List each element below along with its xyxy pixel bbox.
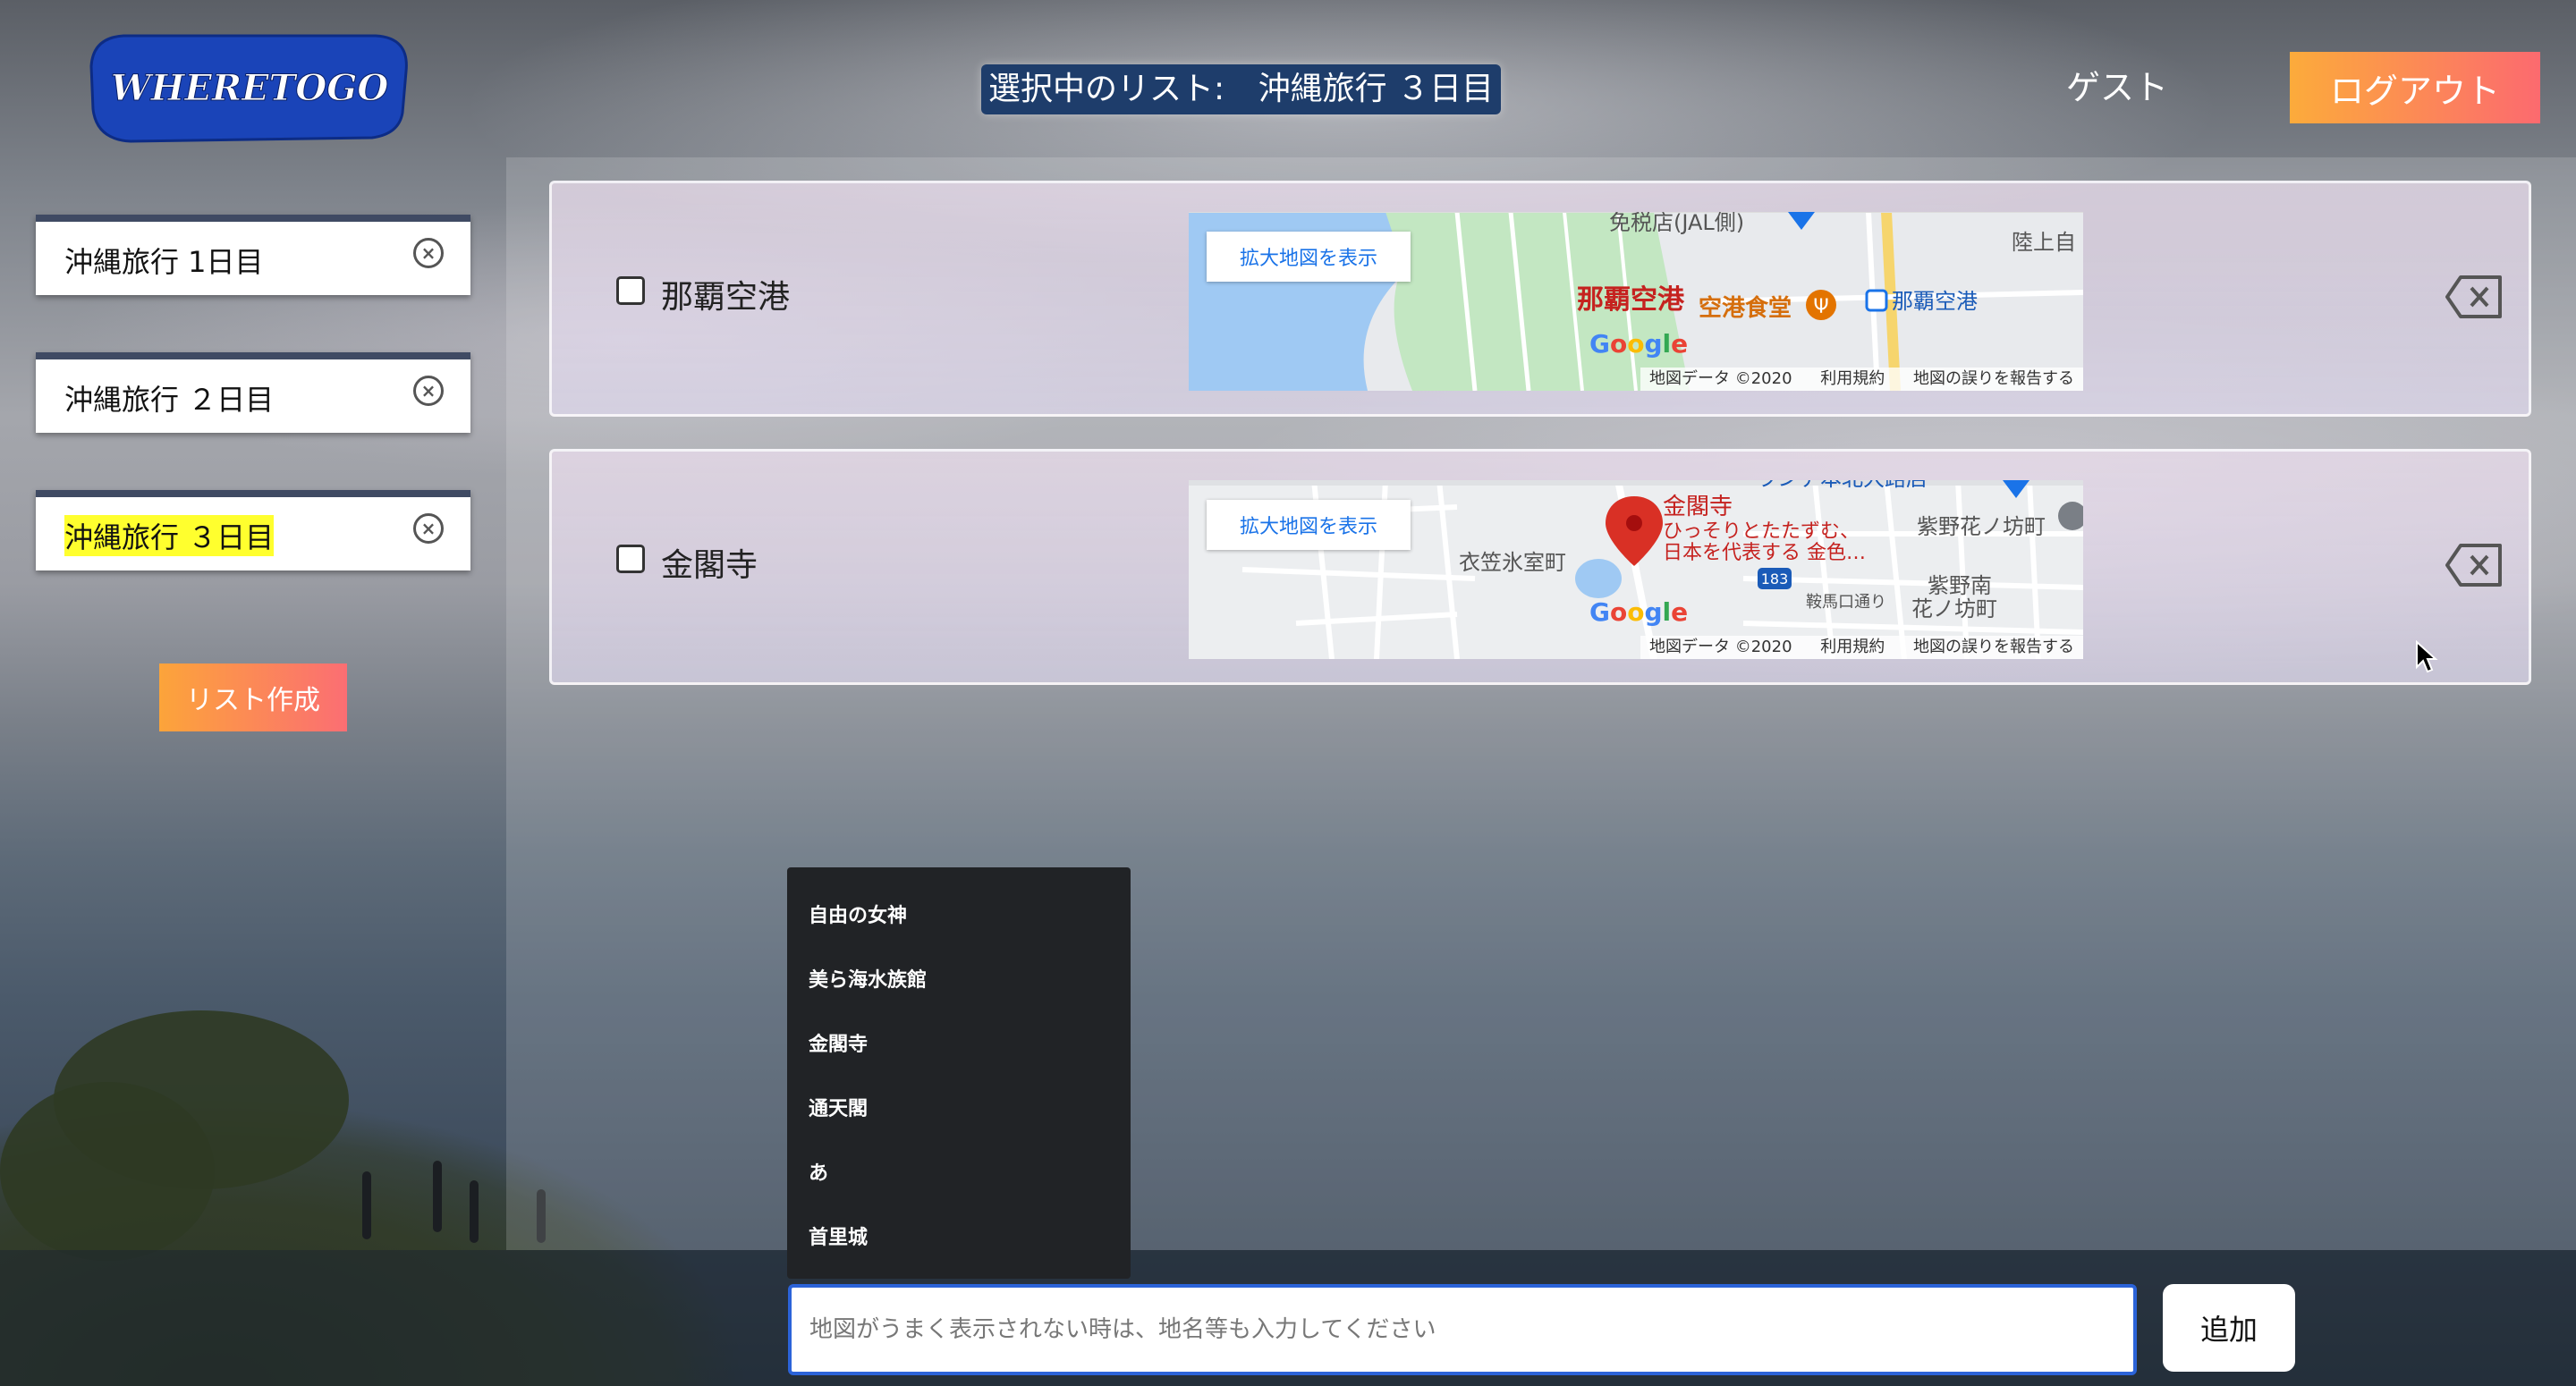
create-list-button[interactable]: リスト作成 xyxy=(159,663,347,731)
add-place-button[interactable]: 追加 xyxy=(2163,1284,2295,1372)
background-person xyxy=(362,1171,371,1239)
map-label: 花ノ坊町 xyxy=(1911,596,1997,621)
enlarge-map-button[interactable]: 拡大地図を表示 xyxy=(1207,500,1411,550)
close-circle-icon[interactable]: × xyxy=(413,513,444,544)
place-card: 金閣寺 ーランデ本北大路店 金閣寺 ひっそりとたたずむ、 日本を代表する 金色…… xyxy=(549,449,2531,685)
user-name: ゲスト xyxy=(2066,68,2169,107)
list-item-name: 沖縄旅行 ３日目 xyxy=(64,515,275,556)
google-logo: Google xyxy=(1589,597,1689,627)
map-report-link[interactable]: 地図の誤りを報告する xyxy=(1913,638,2074,656)
map-label-main: 那覇空港 xyxy=(1577,284,1685,316)
list-item[interactable]: 沖縄旅行 1日目 × xyxy=(36,215,470,295)
map-label: ーランデ本北大路店 xyxy=(1734,480,1928,491)
map-label: 那覇空港 xyxy=(1892,289,1978,314)
map-label: 鞍馬口通り xyxy=(1806,593,1886,612)
logout-button[interactable]: ログアウト xyxy=(2290,52,2540,123)
map-terms-link[interactable]: 利用規約 xyxy=(1820,638,1885,656)
list-item-name: 沖縄旅行 ２日目 xyxy=(64,383,275,417)
backspace-delete-icon[interactable] xyxy=(2445,543,2504,587)
close-circle-icon[interactable]: × xyxy=(413,376,444,406)
background-person xyxy=(470,1180,479,1243)
map-label: 陸上自 xyxy=(2012,230,2076,255)
map-label: 免税店(JAL側) xyxy=(1609,212,1744,235)
suggestion-dropdown: 自由の女神 美ら海水族館 金閣寺 通天閣 あ 首里城 xyxy=(787,867,1131,1279)
logo-text: WHERETOGO xyxy=(111,67,389,109)
map-label: 衣笠氷室町 xyxy=(1459,550,1566,575)
list-item-active[interactable]: 沖縄旅行 ３日目 × xyxy=(36,490,470,570)
place-card: 那覇空港 免税店(JAL側) 陸上自 那覇空港 空港食堂 Ψ 那覇空港 拡大地図… xyxy=(549,181,2531,417)
background-tree xyxy=(0,1082,215,1261)
map-label-main: 金閣寺 xyxy=(1663,494,1733,520)
selected-list-label: 選択中のリスト: xyxy=(988,71,1225,107)
suggestion-item[interactable]: 首里城 xyxy=(809,1221,868,1250)
place-checkbox[interactable] xyxy=(616,545,645,573)
suggestion-item[interactable]: 通天閣 xyxy=(809,1093,868,1121)
enlarge-map-button[interactable]: 拡大地図を表示 xyxy=(1207,232,1411,282)
background-person xyxy=(433,1161,442,1232)
map-report-link[interactable]: 地図の誤りを報告する xyxy=(1913,369,2074,388)
app-logo[interactable]: WHERETOGO xyxy=(88,27,411,145)
suggestion-item[interactable]: 自由の女神 xyxy=(809,900,907,928)
map-embed[interactable]: 免税店(JAL側) 陸上自 那覇空港 空港食堂 Ψ 那覇空港 拡大地図を表示 G… xyxy=(1189,212,2083,391)
map-label: 紫野南 xyxy=(1928,573,1992,598)
map-data-credit: 地図データ ©2020 xyxy=(1649,369,1792,388)
place-name: 金閣寺 xyxy=(661,547,758,584)
map-terms-link[interactable]: 利用規約 xyxy=(1820,369,1885,388)
road-number: 183 xyxy=(1761,570,1789,587)
suggestion-item[interactable]: あ xyxy=(809,1157,828,1186)
backspace-delete-icon[interactable] xyxy=(2445,275,2504,319)
suggestion-item[interactable]: 金閣寺 xyxy=(809,1028,868,1057)
place-search-input[interactable] xyxy=(788,1284,2137,1375)
mouse-cursor-icon xyxy=(2416,640,2438,673)
suggestion-item[interactable]: 美ら海水族館 xyxy=(809,964,927,993)
map-attribution: 地図データ ©2020 利用規約 地図の誤りを報告する xyxy=(1640,636,2083,659)
map-label: 紫野花ノ坊町 xyxy=(1917,514,2046,539)
map-label: 空港食堂 xyxy=(1699,294,1792,322)
place-name: 那覇空港 xyxy=(661,279,791,316)
map-embed[interactable]: ーランデ本北大路店 金閣寺 ひっそりとたたずむ、 日本を代表する 金色… 衣笠氷… xyxy=(1189,480,2083,659)
place-checkbox[interactable] xyxy=(616,276,645,305)
list-item-name: 沖縄旅行 1日目 xyxy=(64,245,264,279)
map-label: 日本を代表する 金色… xyxy=(1663,542,1866,564)
close-circle-icon[interactable]: × xyxy=(413,238,444,268)
selected-list-indicator: 選択中のリスト: 沖縄旅行 ３日目 xyxy=(981,64,1502,114)
map-data-credit: 地図データ ©2020 xyxy=(1649,638,1792,656)
restaurant-icon: Ψ xyxy=(1813,296,1828,318)
google-logo: Google xyxy=(1589,329,1689,359)
map-attribution: 地図データ ©2020 利用規約 地図の誤りを報告する xyxy=(1640,368,2083,391)
map-label: ひっそりとたたずむ、 xyxy=(1663,520,1860,543)
list-item[interactable]: 沖縄旅行 ２日目 × xyxy=(36,352,470,433)
selected-list-name: 沖縄旅行 ３日目 xyxy=(1258,71,1495,107)
